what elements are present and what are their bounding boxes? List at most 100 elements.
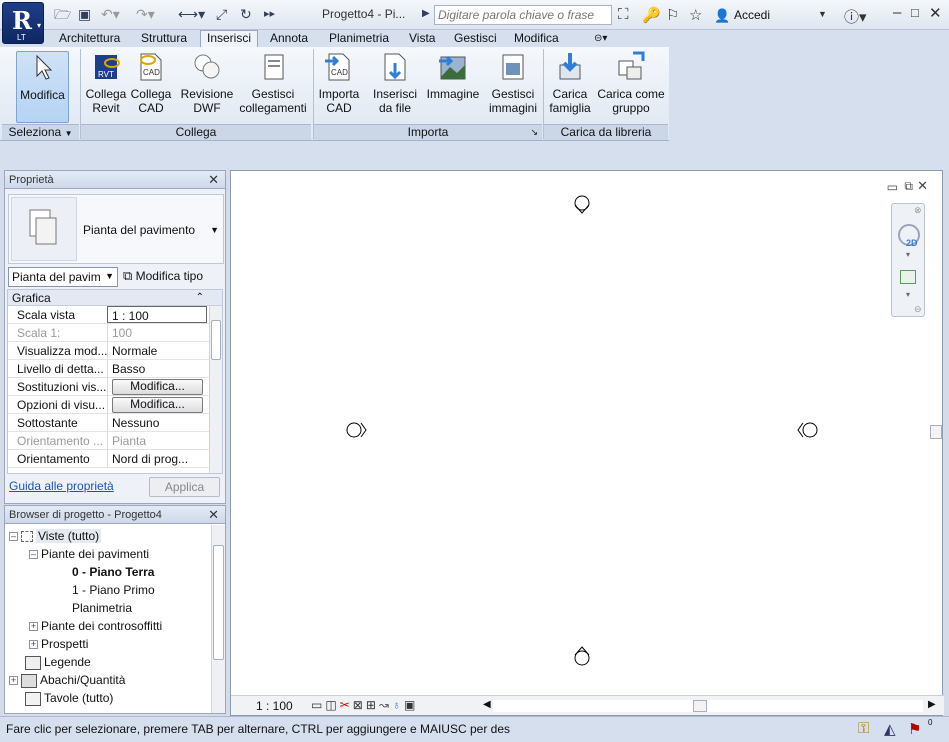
tree-tavole[interactable]: Tavole (tutto) (25, 690, 113, 708)
revisione-dwf-button[interactable]: Revisione DWF (178, 51, 236, 123)
drawing-area[interactable]: ▭ ⧉ ✕ ⊗ 2D ▾ ▾ ⊖ 1 : 100 ▭◫✂⊠⊞↝♁▣ ◀ ▶ (230, 170, 944, 716)
prop-sottostante[interactable]: Sottostante Nessuno (8, 414, 222, 432)
prop-orientamento[interactable]: Orientamento Nord di prog... (8, 450, 222, 468)
link-cad-icon: CAD (140, 53, 162, 81)
tree-planimetria[interactable]: Planimetria (72, 600, 132, 618)
tab-planimetria[interactable]: Planimetria (323, 31, 395, 47)
maximize-icon[interactable]: □ (911, 5, 919, 20)
close-icon[interactable]: ✕ (929, 4, 942, 22)
apply-button[interactable]: Applica (149, 477, 220, 497)
prop-visualizza-modello[interactable]: Visualizza mod... Normale (8, 342, 222, 360)
modifica-opzioni-button[interactable]: Modifica... (112, 397, 203, 413)
browser-scrollbar[interactable] (211, 525, 225, 713)
help-icon[interactable]: ⓘ▾ (844, 6, 867, 27)
properties-help-link[interactable]: Guida alle proprietà (9, 479, 114, 493)
qat-more-icon[interactable]: ▸▸ (264, 6, 275, 22)
edit-type-button[interactable]: ⧉ Modifica tipo (123, 267, 223, 287)
instance-filter-select[interactable]: Pianta del pavim ▼ (8, 267, 118, 287)
project-browser: Browser di progetto - Progetto4 ✕ – Viste … (4, 505, 226, 714)
prop-livello-dettaglio[interactable]: Livello di detta... Basso (8, 360, 222, 378)
carica-come-gruppo-button[interactable]: Carica come gruppo (596, 51, 666, 123)
binoculars-icon[interactable]: ⛶ (618, 6, 629, 23)
type-selector[interactable]: Pianta del pavimento ▼ (8, 194, 224, 264)
scroll-left-icon[interactable]: ◀ (483, 699, 491, 710)
group-grafica[interactable]: Grafica ⌃ (8, 290, 222, 306)
panel-dropdown-icon: ▼ (64, 129, 73, 138)
status-message: Fare clic per selezionare, premere TAB p… (6, 722, 511, 736)
communication-icon[interactable]: ⚐ (666, 6, 679, 24)
gestisci-collegamenti-button[interactable]: Gestisci collegamenti (236, 51, 310, 123)
tab-modifica[interactable]: Modifica (508, 31, 565, 47)
importa-cad-button[interactable]: CAD Importa CAD (316, 51, 362, 123)
canvas-horizontal-scrollbar[interactable] (493, 700, 923, 712)
expand-search-icon[interactable]: ▶ (422, 6, 430, 22)
prop-sostituzioni-visibilita: Sostituzioni vis... Modifica... (8, 378, 222, 396)
prop-scala-vista: Scala vista 1 : 100 (8, 306, 222, 324)
collapse-icon: – (29, 549, 38, 560)
open-icon[interactable]: 🗁 (54, 6, 71, 22)
carica-famiglia-button[interactable]: Carica famiglia (546, 51, 594, 123)
worksets-icon[interactable]: ⚿ (858, 720, 869, 737)
favorites-star-icon[interactable]: ☆ (689, 6, 702, 24)
tab-inserisci[interactable]: Inserisci (200, 30, 259, 48)
tree-piano-primo[interactable]: 1 - Piano Primo (72, 582, 155, 600)
expand-icon: + (29, 639, 38, 650)
manage-images-icon (502, 54, 524, 80)
minimize-icon[interactable]: – (893, 4, 901, 21)
collega-revit-button[interactable]: RVT Collega Revit (84, 51, 128, 123)
properties-scrollbar[interactable] (209, 306, 222, 473)
default-3d-icon[interactable]: ↻ (240, 6, 252, 22)
tree-prospetti[interactable]: + Prospetti (29, 636, 88, 654)
panel-seleziona[interactable]: Seleziona ▼ (2, 124, 79, 140)
immagine-button[interactable]: Immagine (424, 51, 482, 123)
dimension-icon[interactable]: ⤢ (216, 6, 227, 22)
inserisci-da-file-button[interactable]: Inserisci da file (370, 51, 420, 123)
tree-abachi[interactable]: + Abachi/Quantità (9, 672, 125, 690)
selection-filter-icon[interactable]: ⚑ (908, 720, 921, 738)
prop-opzioni-visualizzazione: Opzioni di visu... Modifica... (8, 396, 222, 414)
modifica-sostituzioni-button[interactable]: Modifica... (112, 379, 203, 395)
close-properties-icon[interactable]: ✕ (208, 171, 219, 189)
tab-gestisci[interactable]: Gestisci (448, 31, 503, 47)
modifica-button[interactable]: Modifica (16, 51, 69, 123)
tab-vista[interactable]: Vista (403, 31, 441, 47)
ribbon-minimize-icon[interactable]: ⊝▾ (588, 31, 613, 47)
undo-icon[interactable]: ↶▾ (101, 6, 120, 22)
sign-in-dropdown-icon[interactable]: ▼ (818, 9, 827, 19)
panel-carica-da-libreria: Carica da libreria (544, 124, 668, 140)
tab-struttura[interactable]: Struttura (135, 31, 193, 47)
collega-cad-button[interactable]: CAD Collega CAD (130, 51, 172, 123)
view-control-icons[interactable]: ▭◫✂⊠⊞↝♁▣ (311, 698, 418, 712)
view-scale[interactable]: 1 : 100 (256, 699, 293, 713)
temp-hide-icon: ↝ (378, 698, 392, 712)
application-menu-button[interactable]: R ▾ LT (2, 2, 44, 44)
tree-piano-terra[interactable]: 0 - Piano Terra (72, 564, 154, 582)
save-icon[interactable]: ▣ (78, 6, 91, 22)
search-input[interactable]: Digitare parola chiave o frase (434, 5, 612, 25)
tree-piante-controsoffitti[interactable]: + Piante dei controsoffitti (29, 618, 162, 636)
title-bar: 🗁 ▣ ↶▾ ↷▾ ⟷▾ ⤢ ↻ ▸▸ Progetto4 - Pi... ▶ … (0, 0, 949, 30)
scala-vista-input[interactable]: 1 : 100 (107, 306, 207, 323)
close-browser-icon[interactable]: ✕ (208, 506, 219, 524)
prop-scala-valore: Scala 1: 100 (8, 324, 222, 342)
panel-importa: Importa ↘ (314, 124, 542, 140)
redo-icon[interactable]: ↷▾ (136, 6, 155, 22)
gestisci-immagini-button[interactable]: Gestisci immagini (484, 51, 542, 123)
measure-icon[interactable]: ⟷▾ (178, 6, 205, 22)
scroll-right-icon[interactable]: ▶ (928, 699, 936, 710)
tree-viste[interactable]: – Viste (tutto) (9, 528, 102, 546)
canvas-vertical-scrollbar[interactable] (930, 179, 942, 689)
reveal-hidden-icon: ♁ (391, 698, 404, 712)
tree-piante-pavimenti[interactable]: – Piante dei pavimenti (29, 546, 149, 564)
insert-from-file-icon (384, 53, 406, 81)
dialog-launcher-icon[interactable]: ↘ (530, 125, 538, 140)
sign-in-link[interactable]: Accedi (734, 8, 770, 22)
type-dropdown-icon[interactable]: ▼ (210, 225, 219, 235)
filter-dropdown-icon: ▼ (105, 271, 114, 281)
tab-architettura[interactable]: Architettura (53, 31, 126, 47)
tree-legende[interactable]: Legende (25, 654, 91, 672)
revit-logo-icon: R (12, 6, 32, 35)
tab-annota[interactable]: Annota (264, 31, 314, 47)
subscription-icon[interactable]: 🔑 (642, 6, 661, 24)
design-options-icon[interactable]: ◭ (884, 720, 896, 738)
